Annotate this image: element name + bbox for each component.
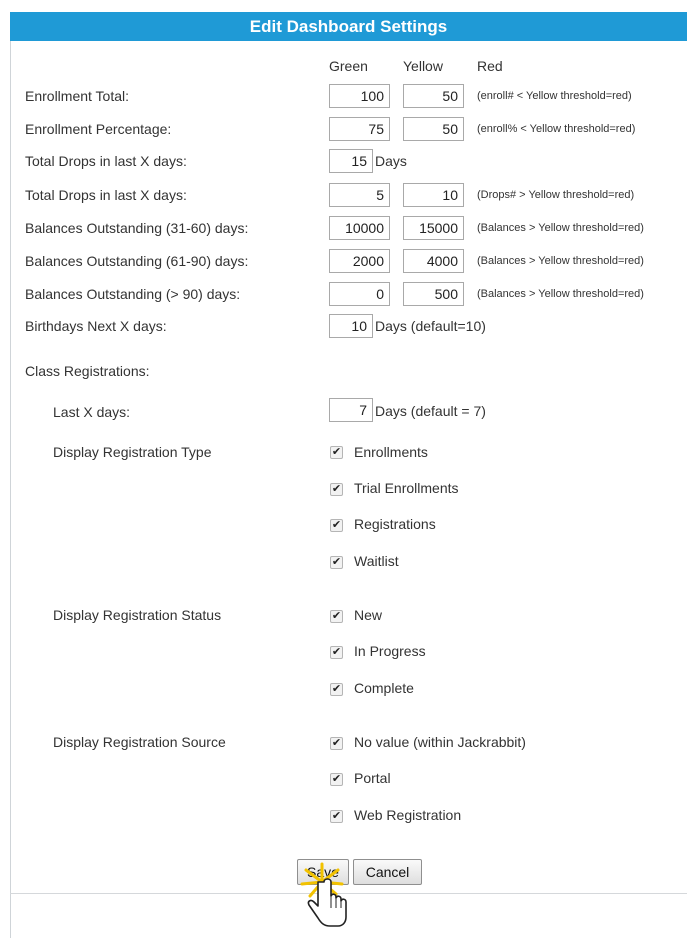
- enrollment-percentage-label: Enrollment Percentage:: [25, 121, 172, 137]
- trial-enrollments-checkbox-label: Trial Enrollments: [354, 480, 459, 496]
- status-complete-checkbox-label: Complete: [354, 680, 414, 696]
- status-new-checkbox[interactable]: ✔: [330, 610, 343, 623]
- last-days-label: Last X days:: [53, 404, 131, 420]
- total-drops-days-input[interactable]: 15: [329, 149, 373, 173]
- balances-61-90-yellow-input[interactable]: 4000: [403, 249, 464, 273]
- enrollment-total-note: (enroll# < Yellow threshold=red): [477, 90, 632, 102]
- class-registrations-heading: Class Registrations:: [25, 363, 150, 379]
- last-days-unit: Days (default = 7): [375, 403, 486, 419]
- total-drops-yellow-input[interactable]: 10: [403, 183, 464, 207]
- status-in-progress-checkbox[interactable]: ✔: [330, 646, 343, 659]
- balances-61-90-green-input[interactable]: 2000: [329, 249, 390, 273]
- source-web-registration-checkbox-label: Web Registration: [354, 807, 462, 823]
- column-header-green: Green: [329, 58, 368, 74]
- status-complete-checkbox[interactable]: ✔: [330, 683, 343, 696]
- enrollment-total-yellow-input[interactable]: 50: [403, 84, 464, 108]
- registration-source-label: Display Registration Source: [53, 734, 226, 750]
- column-header-red: Red: [477, 58, 503, 74]
- enrollment-total-label: Enrollment Total:: [25, 88, 130, 104]
- dialog-title: Edit Dashboard Settings: [10, 12, 687, 41]
- total-drops-days-label: Total Drops in last X days:: [25, 153, 187, 169]
- balances-over-90-note: (Balances > Yellow threshold=red): [477, 288, 644, 300]
- birthdays-days-unit: Days (default=10): [375, 318, 486, 334]
- source-portal-checkbox[interactable]: ✔: [330, 773, 343, 786]
- source-no-value-checkbox[interactable]: ✔: [330, 737, 343, 750]
- enrollment-percentage-note: (enroll% < Yellow threshold=red): [477, 123, 636, 135]
- birthdays-days-input[interactable]: 10: [329, 314, 373, 338]
- balances-31-60-label: Balances Outstanding (31-60) days:: [25, 220, 249, 236]
- balances-61-90-label: Balances Outstanding (61-90) days:: [25, 253, 249, 269]
- registration-type-label: Display Registration Type: [53, 444, 212, 460]
- balances-61-90-note: (Balances > Yellow threshold=red): [477, 255, 644, 267]
- registration-status-label: Display Registration Status: [53, 607, 222, 623]
- source-portal-checkbox-label: Portal: [354, 770, 391, 786]
- balances-over-90-yellow-input[interactable]: 500: [403, 282, 464, 306]
- total-drops-threshold-label: Total Drops in last X days:: [25, 187, 187, 203]
- hand-pointer-cursor-icon: [300, 862, 347, 927]
- balances-over-90-green-input[interactable]: 0: [329, 282, 390, 306]
- balances-over-90-label: Balances Outstanding (> 90) days:: [25, 286, 241, 302]
- last-days-input[interactable]: 7: [329, 398, 373, 422]
- waitlist-checkbox-label: Waitlist: [354, 553, 399, 569]
- total-drops-note: (Drops# > Yellow threshold=red): [477, 189, 635, 201]
- balances-31-60-note: (Balances > Yellow threshold=red): [477, 222, 644, 234]
- waitlist-checkbox[interactable]: ✔: [330, 556, 343, 569]
- trial-enrollments-checkbox[interactable]: ✔: [330, 483, 343, 496]
- status-new-checkbox-label: New: [354, 607, 383, 623]
- enrollment-percentage-green-input[interactable]: 75: [329, 117, 390, 141]
- source-no-value-checkbox-label: No value (within Jackrabbit): [354, 734, 526, 750]
- birthdays-label: Birthdays Next X days:: [25, 318, 167, 334]
- registrations-checkbox-label: Registrations: [354, 516, 436, 532]
- enrollment-percentage-yellow-input[interactable]: 50: [403, 117, 464, 141]
- total-drops-green-input[interactable]: 5: [329, 183, 390, 207]
- cancel-button[interactable]: Cancel: [353, 859, 422, 885]
- source-web-registration-checkbox[interactable]: ✔: [330, 810, 343, 823]
- balances-31-60-green-input[interactable]: 10000: [329, 216, 390, 240]
- status-in-progress-checkbox-label: In Progress: [354, 643, 426, 659]
- enrollments-checkbox[interactable]: ✔: [330, 446, 343, 459]
- column-header-yellow: Yellow: [403, 58, 443, 74]
- balances-31-60-yellow-input[interactable]: 15000: [403, 216, 464, 240]
- total-drops-days-unit: Days: [375, 153, 407, 169]
- enrollment-total-green-input[interactable]: 100: [329, 84, 390, 108]
- registrations-checkbox[interactable]: ✔: [330, 519, 343, 532]
- enrollments-checkbox-label: Enrollments: [354, 444, 428, 460]
